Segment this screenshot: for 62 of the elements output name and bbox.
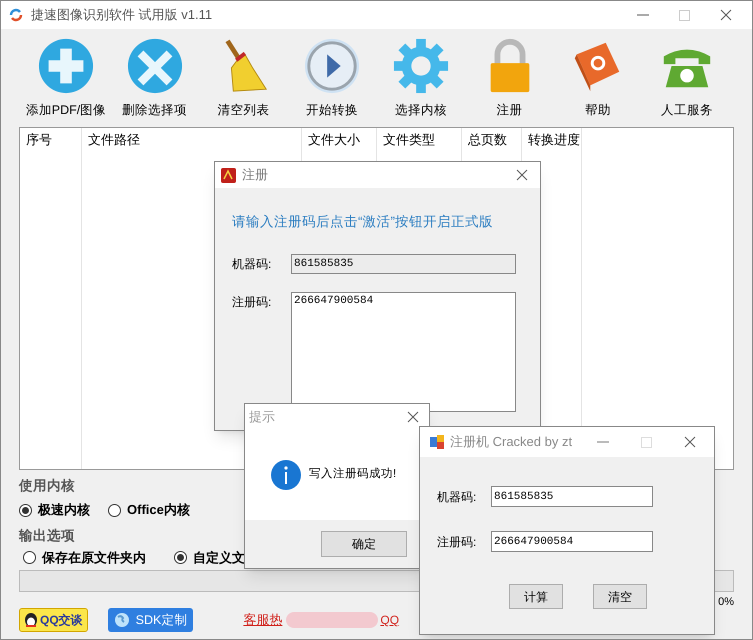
app-logo-icon: [221, 168, 236, 182]
window-title: 捷速图像识别软件 试用版 v1.11: [31, 6, 212, 24]
toolbar-button[interactable]: 开始转换: [289, 37, 376, 125]
column-header[interactable]: 转换进度: [522, 128, 581, 152]
gear-icon: [392, 37, 450, 95]
section-label: 输出选项: [19, 526, 75, 545]
message-text: 写入注册码成功!: [309, 466, 396, 482]
penguin-icon: [24, 612, 38, 628]
field-label: 注册码:: [437, 534, 478, 550]
play-icon: [303, 37, 362, 95]
close-icon[interactable]: [684, 436, 696, 448]
sdk-button[interactable]: SDK定制: [108, 608, 194, 632]
app-logo-icon: [9, 8, 23, 22]
field-label: 机器码:: [232, 256, 272, 274]
registration-code-field[interactable]: 266647900584: [491, 531, 653, 552]
field-label: 注册码:: [232, 294, 272, 312]
plus-icon: [37, 37, 95, 95]
keygen-button[interactable]: 清空: [593, 584, 647, 609]
column-header[interactable]: 序号: [20, 128, 81, 152]
info-icon: [271, 460, 301, 490]
toolbar-button[interactable]: 注册: [466, 37, 553, 125]
toolbar-button[interactable]: 添加PDF/图像: [23, 37, 109, 125]
cross-icon: [126, 37, 184, 95]
qq-link[interactable]: QQ: [380, 611, 400, 629]
globe-icon: [114, 612, 130, 628]
column-header[interactable]: 总页数: [462, 128, 521, 152]
machine-code-field[interactable]: 861585835: [491, 486, 653, 507]
radio-button[interactable]: [174, 551, 187, 564]
close-icon[interactable]: [516, 169, 528, 181]
instruction-text: 请输入注册码后点击“激活”按钮开启正式版: [232, 213, 494, 231]
dialog-title: 提示: [249, 408, 275, 426]
column-header[interactable]: 文件大小: [302, 128, 376, 152]
section-label: 使用内核: [19, 477, 75, 495]
close-icon[interactable]: [720, 9, 732, 21]
radio-label: 自定义文: [193, 549, 245, 567]
radio-button[interactable]: [108, 504, 121, 516]
field-label: 机器码:: [437, 488, 478, 506]
hotline-link[interactable]: 客服热: [243, 610, 282, 630]
toolbar-button[interactable]: 清空列表: [200, 37, 286, 125]
radio-label: 极速内核: [38, 501, 90, 520]
column-header[interactable]: 文件类型: [377, 128, 461, 152]
radio-button[interactable]: [19, 504, 32, 516]
toolbar-button[interactable]: 帮助: [555, 37, 642, 125]
ok-button[interactable]: 确定: [321, 531, 407, 557]
window-title: 注册机 Cracked by zt: [450, 433, 572, 452]
app-window-icon: [430, 435, 444, 449]
radio-button[interactable]: [23, 551, 36, 564]
toolbar-button[interactable]: 选择内核: [378, 37, 464, 125]
registration-code-field[interactable]: 266647900584: [291, 292, 516, 412]
machine-code-field[interactable]: 861585835: [291, 254, 516, 274]
column-header[interactable]: 文件路径: [82, 128, 301, 152]
close-icon[interactable]: [407, 411, 419, 423]
progress-percent: 0%: [718, 594, 734, 610]
toolbar-button[interactable]: 人工服务: [644, 37, 730, 125]
dialog-title: 注册: [242, 166, 268, 184]
toolbar-button[interactable]: 删除选择项: [112, 37, 198, 125]
radio-label: 保存在原文件夹内: [42, 549, 146, 567]
minimize-icon[interactable]: [597, 441, 609, 443]
radio-label: Office内核: [127, 501, 190, 520]
keygen-button[interactable]: 计算: [509, 584, 563, 609]
qq-chat-button[interactable]: QQ交谈: [19, 608, 88, 632]
minimize-icon[interactable]: [637, 14, 649, 16]
